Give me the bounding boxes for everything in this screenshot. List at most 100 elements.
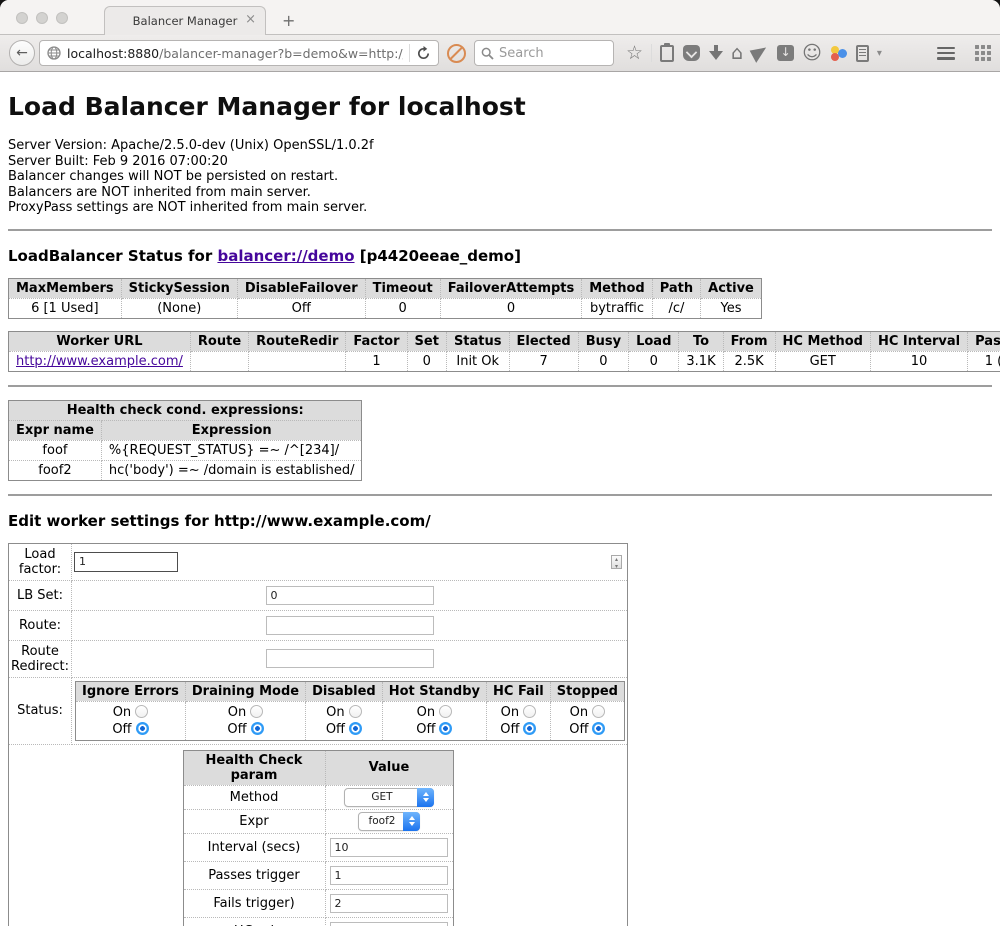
- cell-expr-name: foof2: [9, 460, 102, 480]
- heading-prefix: LoadBalancer Status for: [8, 247, 217, 265]
- select-stepper-icon: [417, 788, 434, 807]
- overflow-caret-icon[interactable]: ▾: [877, 48, 882, 59]
- col-ignore-errors: Ignore Errors: [76, 681, 186, 701]
- home-icon[interactable]: ⌂: [731, 44, 743, 63]
- col-elected: Elected: [509, 331, 578, 351]
- select-stepper-icon: [403, 812, 420, 831]
- number-stepper-icon[interactable]: ▴▾: [611, 555, 622, 569]
- back-button[interactable]: ←: [9, 40, 35, 66]
- radio-draining-mode-on[interactable]: [250, 705, 263, 718]
- route-input[interactable]: [266, 616, 434, 635]
- server-version: Server Version: Apache/2.5.0-dev (Unix) …: [8, 138, 992, 154]
- globe-icon: [47, 46, 61, 60]
- ignore-errors-radios: On Off: [76, 701, 186, 740]
- tab-groups-icon[interactable]: [975, 45, 991, 61]
- col-method: Method: [582, 278, 652, 298]
- method-selected-value: GET: [345, 791, 413, 803]
- lb-set-label: LB Set:: [9, 580, 72, 610]
- route-row: Route:: [9, 610, 628, 640]
- url-domain: localhost:8880: [67, 46, 159, 61]
- radio-hot-standby-on[interactable]: [439, 705, 452, 718]
- radio-disabled-on[interactable]: [349, 705, 362, 718]
- table-header-row: MaxMembers StickySession DisableFailover…: [9, 278, 762, 298]
- close-window-button[interactable]: [16, 12, 28, 24]
- on-label: On: [326, 705, 344, 720]
- col-to: To: [679, 331, 723, 351]
- off-label: Off: [326, 722, 345, 737]
- search-bar[interactable]: [474, 40, 614, 66]
- cell-active: Yes: [701, 298, 762, 318]
- radio-stopped-off[interactable]: [592, 722, 605, 735]
- lb-set-input[interactable]: [266, 586, 434, 605]
- bookmark-star-icon[interactable]: ☆: [626, 44, 643, 63]
- col-path: Path: [652, 278, 700, 298]
- radio-ignore-errors-off[interactable]: [136, 722, 149, 735]
- hc-uri-input[interactable]: [330, 922, 448, 927]
- url-bar[interactable]: localhost:8880/balancer-manager?b=demo&w…: [39, 40, 439, 66]
- load-factor-input[interactable]: [74, 552, 178, 572]
- cell-timeout: 0: [365, 298, 440, 318]
- menu-icon[interactable]: [937, 47, 955, 60]
- draining-mode-radios: On Off: [185, 701, 305, 740]
- reload-icon[interactable]: [416, 46, 431, 61]
- on-label: On: [570, 705, 588, 720]
- downloads-icon[interactable]: [709, 45, 723, 61]
- interval-input[interactable]: [330, 838, 448, 857]
- send-tab-icon[interactable]: [750, 43, 771, 63]
- pocket-icon[interactable]: [683, 45, 700, 61]
- cell-failoverattempts: 0: [440, 298, 582, 318]
- col-hot-standby: Hot Standby: [382, 681, 486, 701]
- radio-hc-fail-on[interactable]: [523, 705, 536, 718]
- col-route: Route: [190, 331, 248, 351]
- close-tab-icon[interactable]: ×: [245, 13, 256, 27]
- persist-note: Balancer changes will NOT be persisted o…: [8, 169, 992, 185]
- edit-worker-heading: Edit worker settings for http://www.exam…: [8, 512, 992, 530]
- cell-disablefailover: Off: [237, 298, 365, 318]
- col-hc-fail: HC Fail: [487, 681, 551, 701]
- cell-elected: 7: [509, 351, 578, 371]
- divider: [8, 229, 992, 231]
- health-check-table: Health Check param Value Method GET: [183, 750, 454, 927]
- divider: [8, 385, 992, 387]
- fails-input[interactable]: [330, 894, 448, 913]
- navigation-toolbar: ← localhost:8880/balancer-manager?b=demo…: [0, 35, 1000, 72]
- colored-dots-extension-icon[interactable]: [830, 45, 847, 62]
- radio-hc-fail-off[interactable]: [523, 722, 536, 735]
- col-passes: Passes: [968, 331, 1000, 351]
- adblock-icon[interactable]: [447, 44, 466, 63]
- passes-input[interactable]: [330, 866, 448, 885]
- notes-extension-icon[interactable]: [856, 45, 869, 62]
- col-hc-value: Value: [325, 750, 453, 785]
- col-routeredir: RouteRedir: [249, 331, 346, 351]
- screenshot-icon[interactable]: ↓: [777, 45, 794, 61]
- radio-disabled-off[interactable]: [349, 722, 362, 735]
- radio-stopped-on[interactable]: [592, 705, 605, 718]
- new-tab-button[interactable]: +: [282, 13, 295, 29]
- expr-selected-value: foof2: [359, 815, 399, 827]
- off-label: Off: [500, 722, 519, 737]
- radio-draining-mode-off[interactable]: [251, 722, 264, 735]
- col-maxmembers: MaxMembers: [9, 278, 122, 298]
- url-text[interactable]: localhost:8880/balancer-manager?b=demo&w…: [67, 46, 403, 61]
- zoom-window-button[interactable]: [56, 12, 68, 24]
- tab-balancer-manager[interactable]: Balancer Manager ×: [104, 6, 266, 35]
- radio-ignore-errors-on[interactable]: [135, 705, 148, 718]
- clipboard-icon[interactable]: [660, 45, 674, 62]
- route-redirect-input[interactable]: [266, 649, 434, 668]
- radio-hot-standby-off[interactable]: [439, 722, 452, 735]
- expr-select[interactable]: foof2: [358, 812, 420, 831]
- on-label: On: [113, 705, 131, 720]
- cell-stickysession: (None): [121, 298, 237, 318]
- feedback-smiley-icon[interactable]: ☺: [802, 44, 822, 63]
- method-select[interactable]: GET: [344, 788, 434, 807]
- status-row: Status: Ignore Errors Draining Mode Disa…: [9, 677, 628, 744]
- col-set: Set: [407, 331, 446, 351]
- minimize-window-button[interactable]: [36, 12, 48, 24]
- worker-url-link[interactable]: http://www.example.com/: [16, 354, 183, 369]
- search-input[interactable]: [499, 46, 607, 61]
- off-label: Off: [227, 722, 246, 737]
- hc-expressions-title: Health check cond. expressions:: [9, 400, 362, 420]
- balancer-demo-link[interactable]: balancer://demo: [217, 247, 354, 265]
- hc-expressions-table: Health check cond. expressions: Expr nam…: [8, 400, 362, 481]
- interval-label: Interval (secs): [183, 833, 325, 861]
